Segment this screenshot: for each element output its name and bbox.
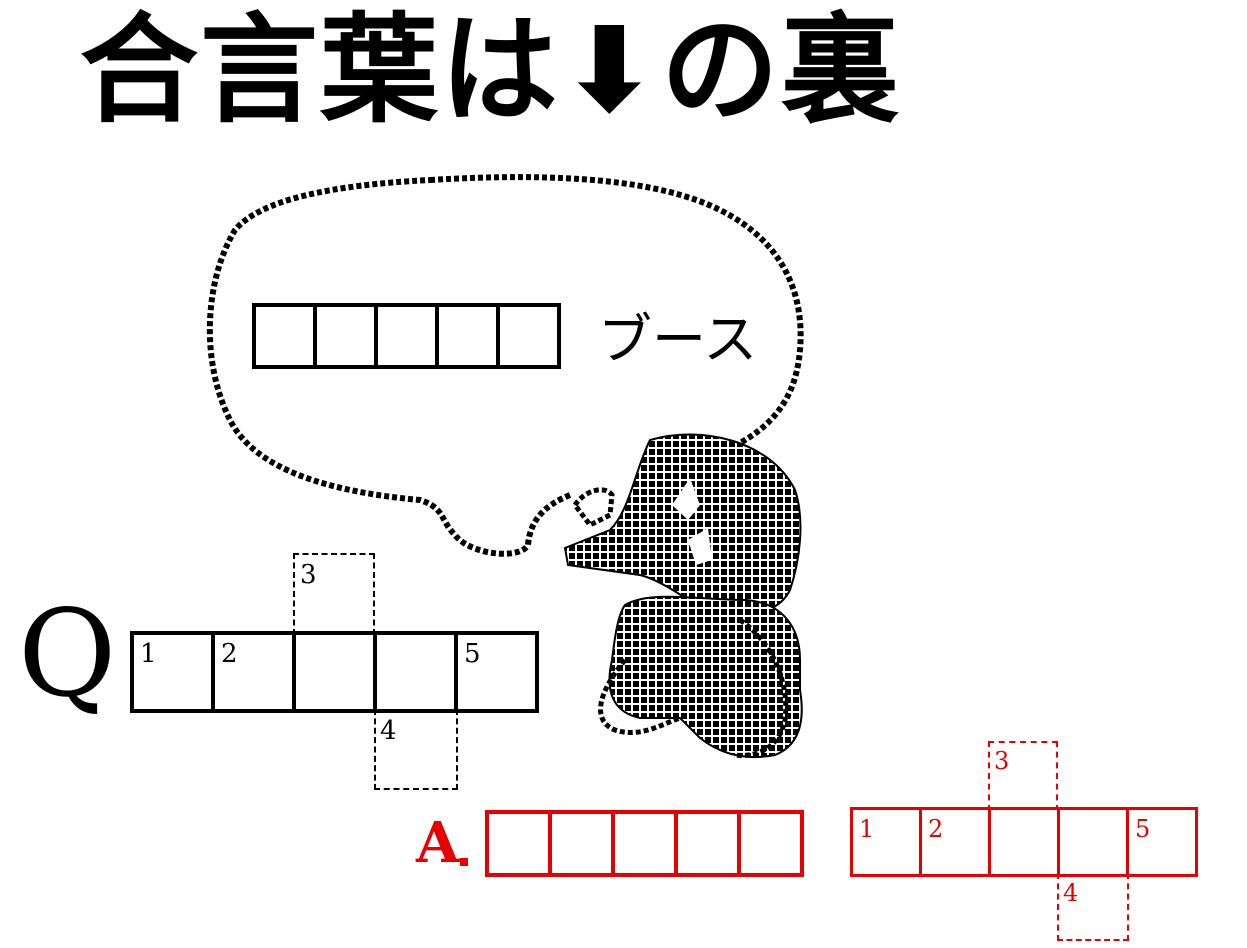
speech-blank-cell[interactable] (313, 303, 378, 369)
answer-cell-number: 2 (928, 815, 944, 843)
speech-blank-cell[interactable] (435, 303, 500, 369)
answer-grid-cell[interactable]: 2 (919, 807, 991, 877)
character-figure (563, 433, 803, 759)
question-cell-number: 2 (221, 639, 238, 669)
speech-blank-cell[interactable] (496, 303, 561, 369)
answer-label-dot (460, 858, 468, 866)
question-cell-number: 5 (464, 639, 481, 669)
question-cell (373, 631, 458, 713)
question-cell: 5 (454, 631, 539, 713)
answer-blank-cell[interactable] (548, 810, 615, 877)
speech-answer-blanks (252, 303, 561, 369)
answer-blanks (485, 810, 804, 877)
question-flap-bottom-number: 4 (380, 716, 397, 746)
speech-suffix-text: ブース (598, 308, 758, 371)
answer-flap-top-number: 3 (994, 747, 1010, 775)
speech-blank-cell[interactable] (374, 303, 439, 369)
answer-grid-cell[interactable]: 5 (1126, 807, 1198, 877)
page-title: 合言葉は⬇の裏 (80, 1, 901, 139)
answer-blank-cell[interactable] (674, 810, 741, 877)
answer-blank-cell[interactable] (485, 810, 552, 877)
answer-flap-bottom-number: 4 (1063, 879, 1079, 907)
answer-grid-cell[interactable] (988, 807, 1060, 877)
question-cell: 2 (211, 631, 296, 713)
question-flap-top-number: 3 (300, 560, 317, 590)
speech-bubble-and-character-illustration (206, 174, 804, 759)
answer-blank-cell[interactable] (737, 810, 804, 877)
answer-label: A (416, 810, 460, 876)
answer-grid-cell[interactable] (1057, 807, 1129, 877)
answer-cell-number: 5 (1135, 815, 1151, 843)
answer-blank-cell[interactable] (611, 810, 678, 877)
question-grid: 1 2 5 (130, 631, 539, 713)
answer-cell-number: 1 (859, 815, 875, 843)
question-cell (292, 631, 377, 713)
answer-grid-cell[interactable]: 1 (850, 807, 922, 877)
speech-blank-cell[interactable] (252, 303, 317, 369)
question-cell-number: 1 (140, 639, 157, 669)
answer-grid: 1 2 5 (850, 807, 1198, 877)
question-cell: 1 (130, 631, 215, 713)
question-label: Q (18, 585, 117, 724)
